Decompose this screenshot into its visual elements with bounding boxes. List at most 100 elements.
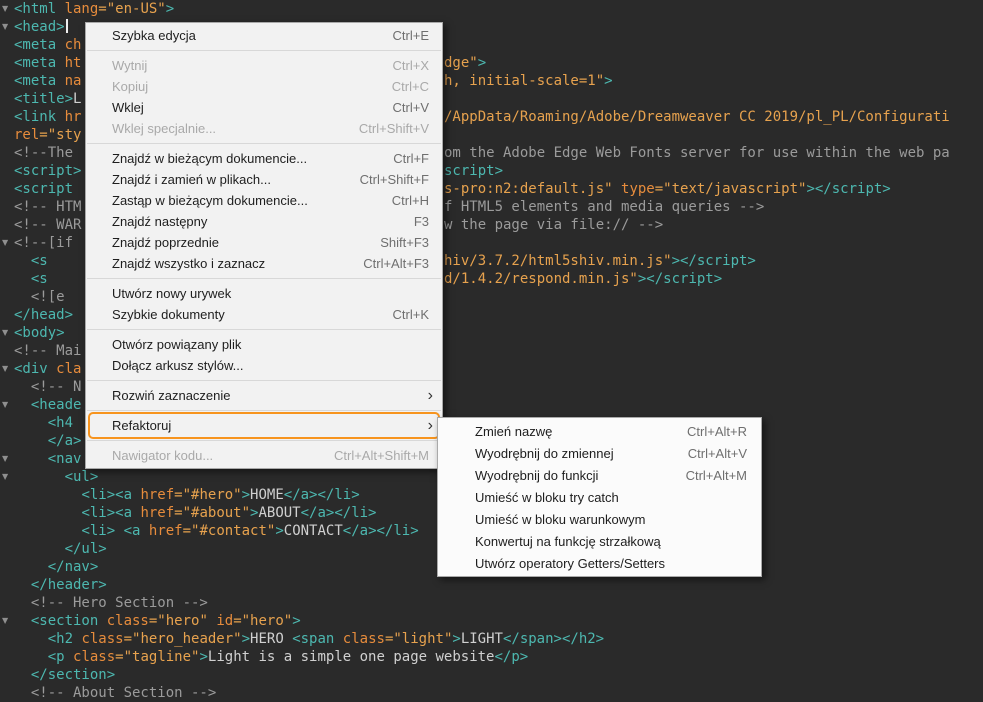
menu-item[interactable]: Szybka edycja Ctrl+E [86, 25, 442, 46]
code-text: <!-- About Section --> [14, 684, 216, 702]
menu-item[interactable]: Otwórz powiązany plik [86, 334, 442, 355]
code-text: <h4 [14, 414, 81, 432]
menu-item[interactable]: Znajdź wszystko i zaznacz Ctrl+Alt+F3 [86, 253, 442, 274]
code-token: <a [123, 523, 149, 539]
menu-item-label: Zmień nazwę [475, 423, 553, 439]
submenu-item[interactable]: Konwertuj na funkcję strzałkową [438, 530, 761, 552]
menu-item[interactable]: Utwórz nowy urywek [86, 283, 442, 304]
code-text: </header> [14, 576, 107, 594]
code-token: </ul> [64, 541, 107, 557]
code-text: </head> [14, 306, 73, 324]
code-token: <h2 [47, 631, 82, 647]
code-text: <head> [14, 18, 68, 36]
menu-item[interactable]: Znajdź w bieżącym dokumencie... Ctrl+F [86, 148, 442, 169]
code-token: HERO [250, 631, 293, 647]
menu-item[interactable]: Wklej Ctrl+V [86, 97, 442, 118]
code-text: <script [14, 180, 81, 198]
code-token: <heade [30, 397, 82, 413]
code-text: <script> [14, 162, 81, 180]
fold-arrow-icon[interactable]: ▼ [2, 234, 14, 252]
fold-arrow-icon[interactable]: ▼ [2, 360, 14, 378]
code-token: > [275, 523, 284, 539]
code-line[interactable]: ▼ <html lang="en-US"> [0, 0, 983, 18]
code-token: > [452, 631, 461, 647]
code-text: <div cla [14, 360, 81, 378]
menu-item: Nawigator kodu... Ctrl+Alt+Shift+M [86, 445, 442, 466]
submenu-item[interactable]: Umieść w bloku try catch [438, 486, 761, 508]
code-text: <h2 class="hero_header">HERO <span class… [14, 630, 604, 648]
code-line[interactable]: </section> [0, 666, 983, 684]
code-token: <meta [14, 73, 65, 89]
code-token: <s [30, 271, 48, 287]
code-token: <script [14, 181, 82, 197]
code-token: ht [64, 55, 82, 71]
code-token: L [73, 91, 82, 107]
menu-item[interactable]: Znajdź i zamień w plikach... Ctrl+Shift+F [86, 169, 442, 190]
submenu-item[interactable]: Zmień nazwę Ctrl+Alt+R [438, 420, 761, 442]
submenu-item[interactable]: Wyodrębnij do zmiennej Ctrl+Alt+V [438, 442, 761, 464]
code-token: /AppData/Roaming/Adobe/Dreamweaver CC 20… [444, 109, 950, 125]
code-token: Light is a simple one page website [207, 649, 495, 665]
menu-item-label: Szybka edycja [112, 28, 196, 43]
menu-shortcut: Ctrl+Alt+M [685, 467, 747, 483]
menu-item[interactable]: Zastąp w bieżącym dokumencie... Ctrl+H [86, 190, 442, 211]
menu-item-label: Znajdź w bieżącym dokumencie... [112, 151, 308, 166]
menu-item-refaktoruj[interactable]: Refaktoruj › [86, 412, 442, 439]
code-line[interactable]: <p class="tagline">Light is a simple one… [0, 648, 983, 666]
code-token: hiv/3.7.2/html5shiv.min.js" [444, 253, 672, 269]
code-token: type [621, 181, 655, 197]
code-token: ch [64, 37, 82, 53]
submenu-item[interactable]: Umieść w bloku warunkowym [438, 508, 761, 530]
menu-item-label: Utwórz nowy urywek [112, 286, 232, 301]
code-text: <![e [14, 288, 65, 306]
code-line[interactable]: <!-- About Section --> [0, 684, 983, 702]
menu-item: Wklej specjalnie... Ctrl+Shift+V [86, 118, 442, 139]
code-text-continued: s-pro:n2:default.js" type="text/javascri… [444, 180, 891, 198]
menu-item[interactable]: Znajdź następny F3 [86, 211, 442, 232]
code-line[interactable]: </header> [0, 576, 983, 594]
code-token: <!-- HTM [14, 199, 82, 215]
code-token: </p> [494, 649, 529, 665]
fold-arrow-icon[interactable]: ▼ [2, 612, 14, 630]
menu-item[interactable]: Szybkie dokumenty Ctrl+K [86, 304, 442, 325]
code-token: <![e [14, 289, 65, 305]
code-text-continued: script> [444, 162, 503, 180]
code-line[interactable]: <!-- Hero Section --> [0, 594, 983, 612]
code-text: rel="sty [14, 126, 81, 144]
menu-item[interactable]: Rozwiń zaznaczenie › [86, 385, 442, 406]
code-token: <!-- Mai [14, 343, 82, 359]
code-token: href [148, 523, 183, 539]
code-text: <p class="tagline">Light is a simple one… [14, 648, 528, 666]
fold-arrow-icon[interactable]: ▼ [2, 324, 14, 342]
code-text: <heade [14, 396, 82, 414]
code-token: <h4 [47, 415, 82, 431]
code-line[interactable]: <h2 class="hero_header">HERO <span class… [0, 630, 983, 648]
fold-arrow-icon[interactable]: ▼ [2, 0, 14, 18]
fold-arrow-icon[interactable]: ▼ [2, 468, 14, 486]
code-text: <!--The [14, 144, 81, 162]
menu-separator [87, 329, 441, 330]
code-text: <li><a href="#hero">HOME</a></li> [14, 486, 359, 504]
menu-shortcut: Ctrl+Shift+F [359, 172, 429, 187]
menu-item[interactable]: Znajdź poprzednie Shift+F3 [86, 232, 442, 253]
submenu-item[interactable]: Wyodrębnij do funkcji Ctrl+Alt+M [438, 464, 761, 486]
menu-item-label: Umieść w bloku try catch [475, 489, 619, 505]
menu-separator [87, 143, 441, 144]
code-token: ></script> [806, 181, 891, 197]
menu-item-label: Znajdź i zamień w plikach... [112, 172, 271, 187]
fold-arrow-icon[interactable]: ▼ [2, 450, 14, 468]
fold-arrow-icon[interactable]: ▼ [2, 18, 14, 36]
code-line[interactable]: ▼ <section class="hero" id="hero"> [0, 612, 983, 630]
menu-item[interactable]: Dołącz arkusz stylów... [86, 355, 442, 376]
code-text: <title>L [14, 90, 81, 108]
submenu-item[interactable]: Utwórz operatory Getters/Setters [438, 552, 761, 574]
submenu-arrow-icon: › [427, 416, 433, 434]
code-token: <meta [14, 55, 65, 71]
fold-arrow-icon[interactable]: ▼ [2, 396, 14, 414]
code-text: </a> [14, 432, 82, 450]
code-token: ="hero" [233, 613, 293, 629]
code-text: <meta na [14, 72, 81, 90]
code-token: class [81, 631, 124, 647]
